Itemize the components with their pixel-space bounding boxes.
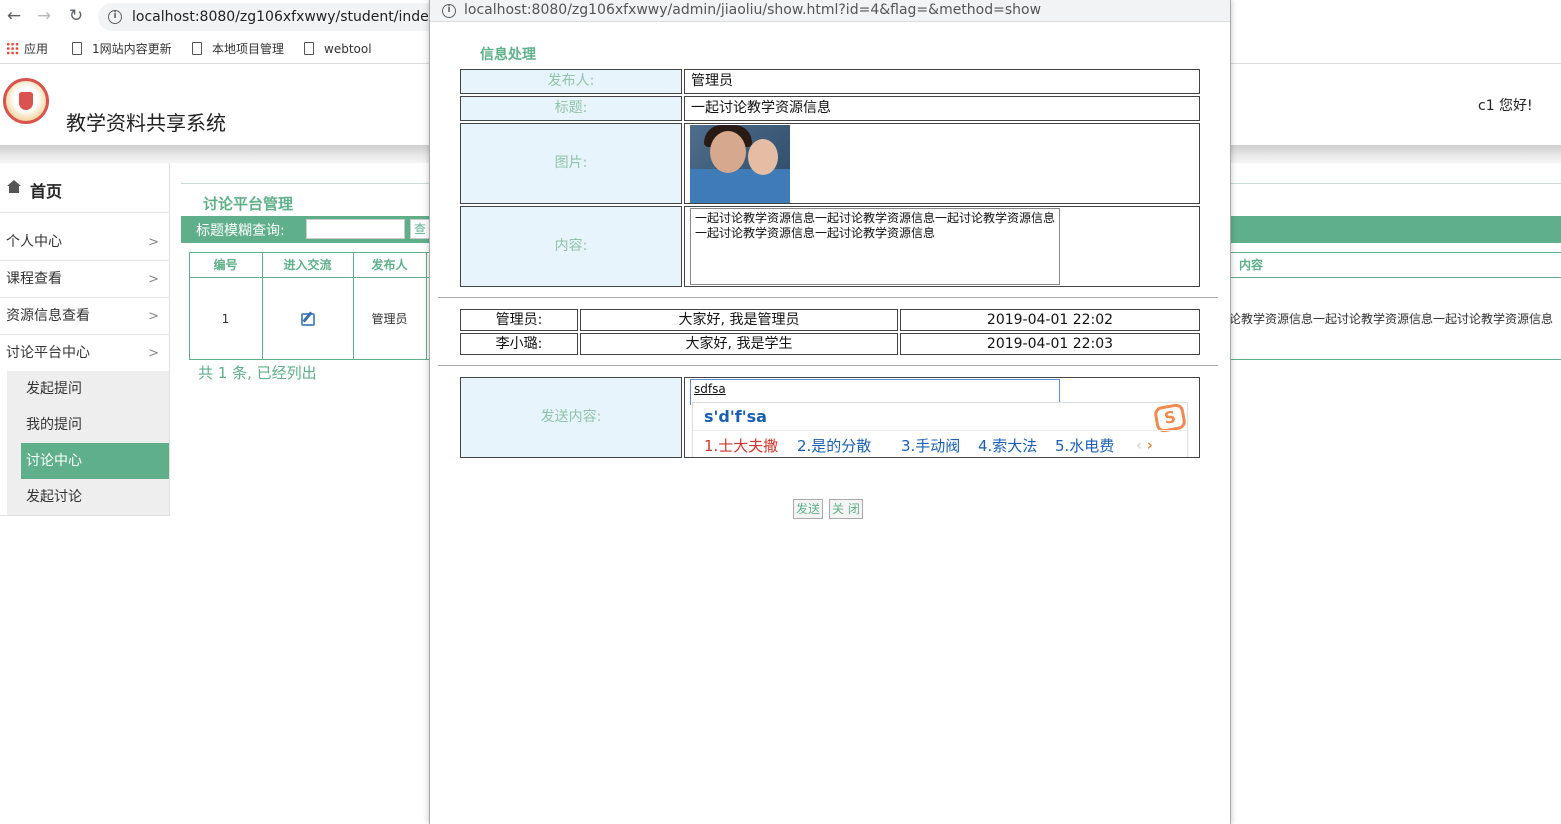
post-image bbox=[690, 125, 790, 203]
reply-message: 大家好, 我是学生 bbox=[580, 333, 898, 355]
cell-publisher: 管理员 bbox=[371, 312, 408, 326]
app-title: 教学资料共享系统 bbox=[66, 111, 226, 135]
popup-title: 信息处理 bbox=[480, 47, 536, 63]
info-icon: i bbox=[442, 4, 456, 18]
chevron-right-icon: > bbox=[148, 235, 159, 250]
search-input[interactable] bbox=[306, 219, 405, 239]
close-button[interactable]: 关 闭 bbox=[829, 499, 863, 519]
sidebar-sub-ask[interactable]: 发起提问 bbox=[7, 371, 169, 407]
bookmark-apps[interactable]: 应用 bbox=[6, 40, 48, 58]
bookmark-1[interactable]: 1网站内容更新 bbox=[72, 40, 172, 58]
sidebar-sub-start-discussion[interactable]: 发起讨论 bbox=[7, 479, 169, 515]
ime-composition: s'd'f'sa bbox=[704, 407, 767, 426]
chevron-right-icon: > bbox=[148, 346, 159, 361]
apps-grid-icon bbox=[6, 42, 19, 55]
image-label: 图片: bbox=[460, 123, 682, 204]
divider bbox=[438, 297, 1218, 298]
ime-page-nav[interactable]: ‹ › bbox=[1136, 436, 1153, 454]
cell-content: 论教学资源信息一起讨论教学资源信息一起讨论教学资源信息 bbox=[1229, 312, 1554, 326]
info-icon: i bbox=[108, 10, 122, 24]
search-label: 标题模糊查询: bbox=[196, 223, 285, 239]
reply-message: 大家好, 我是管理员 bbox=[580, 309, 898, 331]
ime-candidate[interactable]: 2.是的分散 bbox=[797, 435, 871, 456]
home-label: 首页 bbox=[30, 182, 63, 201]
col-header-content: 内容 bbox=[1229, 253, 1273, 278]
ime-candidate[interactable]: 1.士大夫撒 bbox=[704, 435, 778, 456]
ime-candidates: 1.士大夫撒 2.是的分散 3.手动阀 4.索大法 5.水电费 ‹ › bbox=[693, 430, 1189, 458]
bookmark-3[interactable]: webtool bbox=[304, 40, 372, 58]
forward-arrow-icon[interactable]: → bbox=[34, 6, 54, 26]
col-header-id: 编号 bbox=[189, 253, 262, 278]
address-bar-url: localhost:8080/zg106xfxwwy/student/index… bbox=[132, 9, 442, 25]
reply-user: 管理员: bbox=[460, 309, 578, 331]
enter-discussion-button[interactable] bbox=[262, 278, 353, 360]
page-icon bbox=[304, 42, 314, 55]
send-button[interactable]: 发送 bbox=[793, 499, 824, 519]
ime-candidate[interactable]: 4.索大法 bbox=[978, 435, 1037, 456]
chevron-right-icon: > bbox=[148, 272, 159, 287]
search-button[interactable]: 查 bbox=[410, 219, 430, 239]
title-value: 一起讨论教学资源信息 bbox=[684, 96, 1200, 121]
sidebar-submenu: 发起提问 我的提问 讨论中心 发起讨论 bbox=[7, 371, 169, 515]
ime-candidate-window: s'd'f'sa S 1.士大夫撒 2.是的分散 3.手动阀 4.索大法 5.水… bbox=[692, 402, 1189, 458]
popup-url: localhost:8080/zg106xfxwwy/admin/jiaoliu… bbox=[464, 2, 1042, 18]
ime-candidate[interactable]: 3.手动阀 bbox=[901, 435, 960, 456]
sidebar-item-personal-center[interactable]: 个人中心 > bbox=[0, 224, 170, 261]
popup-address-bar: i localhost:8080/zg106xfxwwy/admin/jiaol… bbox=[430, 0, 1230, 22]
sidebar-item-resources[interactable]: 资源信息查看 > bbox=[0, 298, 170, 335]
sidebar-sub-my-questions[interactable]: 我的提问 bbox=[7, 407, 169, 443]
reply-time: 2019-04-01 22:03 bbox=[900, 333, 1200, 355]
bookmark-2[interactable]: 本地项目管理 bbox=[192, 40, 284, 58]
sidebar-item-courses[interactable]: 课程查看 > bbox=[0, 261, 170, 298]
publisher-label: 发布人: bbox=[460, 69, 682, 94]
total-count: 共 1 条, 已经列出 bbox=[198, 364, 317, 382]
image-cell bbox=[684, 123, 1200, 204]
back-arrow-icon[interactable]: ← bbox=[4, 6, 24, 26]
reload-icon[interactable]: ↻ bbox=[66, 6, 86, 26]
title-label: 标题: bbox=[460, 96, 682, 121]
page-icon bbox=[72, 42, 82, 55]
sidebar: 首页 个人中心 > 课程查看 > 资源信息查看 > 讨论平台中心 > 发起提问 我的提问… bbox=[0, 163, 170, 516]
chevron-left-icon[interactable]: ‹ bbox=[1136, 436, 1142, 454]
popup-window: i localhost:8080/zg106xfxwwy/admin/jiaol… bbox=[429, 0, 1231, 824]
publisher-value: 管理员 bbox=[684, 69, 1200, 94]
home-icon bbox=[7, 180, 21, 193]
col-header-enter: 进入交流 bbox=[262, 253, 353, 278]
sidebar-item-discussion[interactable]: 讨论平台中心 > bbox=[0, 335, 170, 372]
sidebar-sub-discussion-center[interactable]: 讨论中心 bbox=[21, 443, 169, 479]
reply-user: 李小璐: bbox=[460, 333, 578, 355]
page-icon bbox=[192, 42, 202, 55]
reply-time: 2019-04-01 22:02 bbox=[900, 309, 1200, 331]
ime-candidate[interactable]: 5.水电费 bbox=[1055, 435, 1114, 456]
chevron-right-icon[interactable]: › bbox=[1147, 436, 1153, 454]
sogou-logo-icon: S bbox=[1152, 402, 1188, 434]
user-greeting: c1 您好! bbox=[1478, 98, 1533, 114]
send-label: 发送内容: bbox=[460, 377, 682, 458]
col-header-publisher: 发布人 bbox=[353, 253, 426, 278]
content-textarea[interactable]: 一起讨论教学资源信息一起讨论教学资源信息一起讨论教学资源信息一起讨论教学资源信息… bbox=[690, 208, 1060, 285]
divider bbox=[438, 365, 1218, 366]
cell-id: 1 bbox=[221, 312, 230, 326]
app-logo bbox=[3, 78, 49, 124]
sidebar-home[interactable]: 首页 bbox=[0, 163, 170, 213]
chevron-right-icon: > bbox=[148, 309, 159, 324]
panel-title: 讨论平台管理 bbox=[203, 195, 294, 213]
edit-icon bbox=[300, 313, 315, 326]
content-label: 内容: bbox=[460, 206, 682, 287]
